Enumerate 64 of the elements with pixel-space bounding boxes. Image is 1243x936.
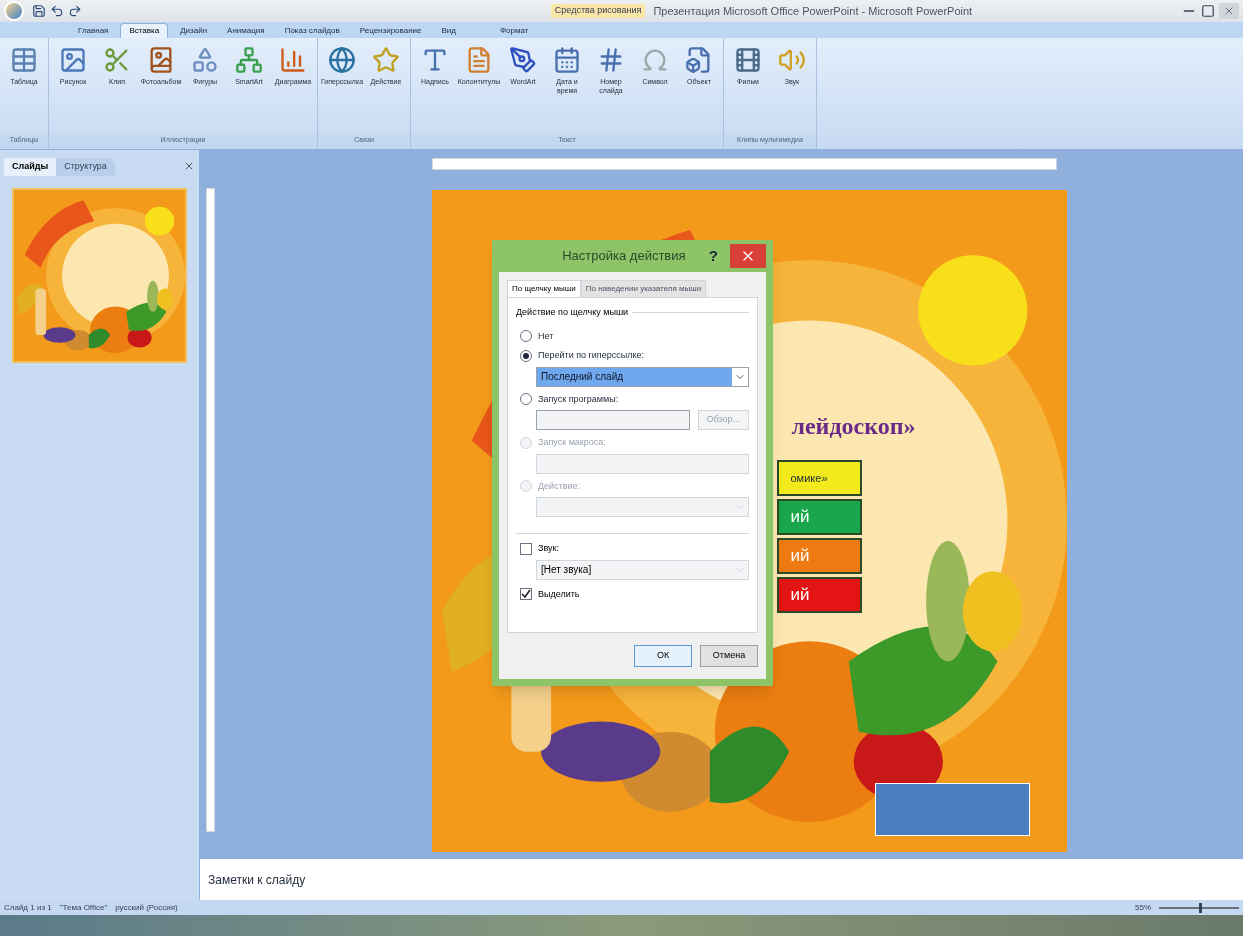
- ribbon-tab[interactable]: Формат: [492, 23, 537, 38]
- option-label: Перейти по гиперссылке:: [538, 349, 644, 362]
- dialog-tab[interactable]: По щелчку мыши: [507, 280, 581, 298]
- globe-icon: [328, 46, 356, 74]
- status-zoom: 55%: [1135, 901, 1151, 914]
- ribbon-tab[interactable]: Вставка: [120, 23, 169, 38]
- pane-tab[interactable]: Слайды: [4, 158, 57, 176]
- calendar-icon: [553, 46, 581, 74]
- close-icon: [1223, 5, 1235, 17]
- object-icon: [685, 46, 713, 74]
- ribbon-tab[interactable]: Дизайн: [172, 23, 216, 38]
- ok-button[interactable]: ОК: [634, 645, 692, 667]
- notes-text: Заметки к слайду: [208, 871, 306, 889]
- status-text: "Тема Office": [59, 901, 108, 914]
- option-label: Звук:: [538, 542, 559, 555]
- option-label: Действие:: [538, 479, 581, 493]
- dropdown-value: Последний слайд: [541, 370, 624, 384]
- window-title: Презентация Microsoft Office PowerPoint - Microsoft PowerPoint: [653, 3, 973, 19]
- context-tab-label: Средства рисования: [550, 4, 646, 18]
- option-label: Запуск макроса:: [538, 436, 606, 449]
- redo-icon[interactable]: [68, 4, 82, 18]
- star-icon: [372, 46, 400, 74]
- checkbox[interactable]: [520, 542, 532, 555]
- dropdown[interactable]: [Нет звука]: [536, 559, 749, 580]
- chart-icon: [279, 46, 307, 74]
- dropdown[interactable]: Последний слайд: [536, 366, 749, 387]
- menu-button[interactable]: ий: [776, 577, 862, 613]
- film-icon: [734, 46, 762, 74]
- shapes-icon: [191, 46, 219, 74]
- close-button[interactable]: [1219, 3, 1239, 19]
- ribbon-tab[interactable]: Анимация: [219, 23, 273, 38]
- ribbon-tab[interactable]: Вид: [433, 23, 464, 38]
- table-icon: [10, 46, 38, 74]
- group-label: Действие по щелчку мыши: [516, 306, 629, 319]
- option-label: Запуск программы:: [538, 392, 619, 406]
- dropdown-value: [Нет звука]: [541, 563, 592, 577]
- cancel-button[interactable]: Отмена: [700, 645, 758, 667]
- selected-rectangle[interactable]: [874, 783, 1030, 836]
- help-button[interactable]: ?: [708, 244, 718, 268]
- option-label: Выделить: [538, 587, 580, 601]
- image-icon: [59, 46, 87, 74]
- pane-tab[interactable]: Структура: [56, 158, 115, 176]
- checkbox[interactable]: [520, 588, 532, 601]
- dialog-tab[interactable]: По наведении указателя мыши: [580, 280, 707, 298]
- menu-button[interactable]: омике»: [776, 460, 862, 496]
- diagram-icon: [235, 46, 263, 74]
- dialog-title: Настройка действия: [561, 247, 687, 266]
- notes-pane[interactable]: Заметки к слайду: [200, 858, 1243, 900]
- radio-button[interactable]: [520, 330, 532, 343]
- slide-title: лейдоскоп»: [791, 412, 916, 441]
- ribbon-tab[interactable]: Рецензирование: [351, 23, 430, 38]
- ribbon-tab[interactable]: Главная: [70, 23, 117, 38]
- radio-button[interactable]: [520, 349, 532, 362]
- pen-icon: [509, 46, 537, 74]
- undo-icon[interactable]: [50, 4, 64, 18]
- radio-button[interactable]: [520, 393, 532, 406]
- option-label: Нет: [538, 329, 554, 343]
- save-icon[interactable]: [32, 4, 46, 18]
- office-button[interactable]: [4, 1, 24, 21]
- close-icon[interactable]: [183, 160, 195, 172]
- status-text: русский (Россия): [115, 901, 178, 914]
- maximize-icon[interactable]: [1201, 4, 1215, 18]
- ribbon-tab[interactable]: Показ слайдов: [276, 23, 348, 38]
- status-text: Слайд 1 из 1: [4, 901, 52, 914]
